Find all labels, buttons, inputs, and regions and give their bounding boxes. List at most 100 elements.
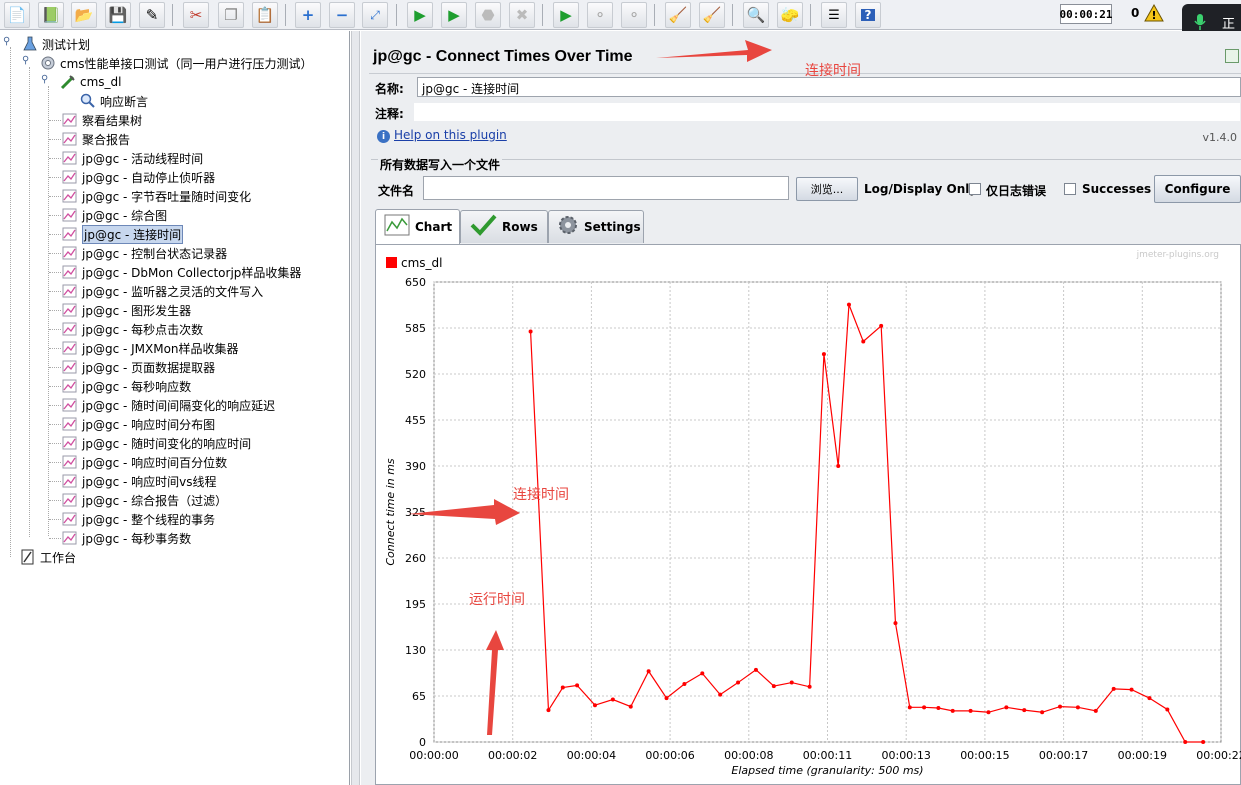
- remote-shutdown-icon[interactable]: ⚬: [621, 2, 647, 28]
- data-point: [1147, 696, 1152, 701]
- y-tick-label: 325: [405, 506, 426, 519]
- tree-node-workbench[interactable]: 工作台: [20, 548, 76, 566]
- remote-start-icon[interactable]: ▶: [553, 2, 579, 28]
- tab-chart[interactable]: Chart: [375, 209, 460, 244]
- x-tick-label: 00:00:04: [567, 749, 616, 762]
- tree-node-listener[interactable]: jp@gc - JMXMon样品收集器: [62, 339, 239, 357]
- legend-label: cms_dl: [401, 256, 443, 270]
- name-field[interactable]: jp@gc - 连接时间: [417, 77, 1241, 97]
- name-label: 名称:: [375, 82, 404, 96]
- copy-icon[interactable]: ❐: [218, 2, 244, 28]
- tree-node-listener[interactable]: jp@gc - 每秒点击次数: [62, 320, 203, 338]
- graph-icon: [62, 340, 78, 356]
- data-point: [592, 703, 597, 708]
- maximize-icon[interactable]: [1225, 49, 1239, 63]
- save-as-icon[interactable]: ✎: [139, 2, 165, 28]
- tree-node-listener[interactable]: jp@gc - DbMon Collectorjp样品收集器: [62, 263, 301, 281]
- tree-node-listener[interactable]: 聚合报告: [62, 130, 130, 148]
- filename-input[interactable]: [423, 176, 789, 200]
- start-no-pause-icon[interactable]: ▶: [441, 2, 467, 28]
- tree-node-sampler[interactable]: cms_dl: [60, 73, 122, 91]
- graph-icon: [62, 169, 78, 185]
- clear-icon[interactable]: 🧹: [665, 2, 691, 28]
- function-helper-icon[interactable]: ☰: [821, 2, 847, 28]
- y-tick-label: 130: [405, 644, 426, 657]
- tree-node-label: jp@gc - 响应时间百分位数: [82, 455, 228, 470]
- tree-node-listener[interactable]: 察看结果树: [62, 111, 142, 129]
- tree-node-listener[interactable]: jp@gc - 每秒响应数: [62, 377, 191, 395]
- tab-settings[interactable]: Settings: [548, 210, 644, 243]
- tree-node-label: 聚合报告: [82, 132, 131, 147]
- tree-node-listener[interactable]: jp@gc - 整个线程的事务: [62, 510, 215, 528]
- data-point: [736, 680, 741, 685]
- tree-node-label: jp@gc - 控制台状态记录器: [82, 246, 228, 261]
- start-icon[interactable]: ▶: [407, 2, 433, 28]
- page-title: jp@gc - Connect Times Over Time: [373, 48, 633, 65]
- legend-swatch: [386, 257, 397, 268]
- expand-all-icon[interactable]: +: [295, 2, 321, 28]
- tree-node-listener[interactable]: jp@gc - 监听器之灵活的文件写入: [62, 282, 263, 300]
- help-link[interactable]: Help on this plugin: [394, 128, 507, 142]
- tree-node-listener[interactable]: jp@gc - 综合报告（过滤）: [62, 491, 227, 509]
- browse-button[interactable]: 浏览...: [796, 177, 858, 201]
- tree-node-listener[interactable]: jp@gc - 随时间间隔变化的响应延迟: [62, 396, 275, 414]
- search-icon[interactable]: 🔍: [743, 2, 769, 28]
- paste-icon[interactable]: 📋: [252, 2, 278, 28]
- warning-icon[interactable]: !: [1144, 3, 1164, 25]
- remote-stop-icon[interactable]: ⚬: [587, 2, 613, 28]
- tree-node-listener[interactable]: jp@gc - 图形发生器: [62, 301, 191, 319]
- x-axis-label: Elapsed time (granularity: 500 ms): [731, 764, 923, 777]
- data-point: [936, 706, 941, 711]
- x-tick-label: 00:00:06: [645, 749, 694, 762]
- tree-node-listener[interactable]: jp@gc - 随时间变化的响应时间: [62, 434, 251, 452]
- thread-group-expander-icon[interactable]: ⚲: [22, 55, 29, 66]
- clear-all-icon[interactable]: 🧹: [699, 2, 725, 28]
- data-point: [646, 669, 651, 674]
- tree-node-label: jp@gc - JMXMon样品收集器: [82, 341, 239, 356]
- microphone-icon[interactable]: [1192, 13, 1208, 31]
- tree-node-listener[interactable]: jp@gc - 活动线程时间: [62, 149, 203, 167]
- shutdown-icon[interactable]: ✖: [509, 2, 535, 28]
- comment-field[interactable]: [413, 102, 1241, 122]
- help-icon[interactable]: ?: [855, 2, 881, 28]
- tree-node-listener[interactable]: jp@gc - 字节吞吐量随时间变化: [62, 187, 251, 205]
- y-tick-label: 260: [405, 552, 426, 565]
- chart-area: jmeter-plugins.org cms_dl 650 585 520 455 390 3…: [375, 244, 1241, 785]
- tree-node-listener[interactable]: jp@gc - 控制台状态记录器: [62, 244, 227, 262]
- stop-icon[interactable]: ⬣: [475, 2, 501, 28]
- reset-search-icon[interactable]: 🧽: [777, 2, 803, 28]
- toggle-icon[interactable]: ⤢: [362, 2, 388, 28]
- graph-icon: [62, 245, 78, 261]
- successes-checkbox[interactable]: [1064, 183, 1076, 195]
- tree-node-thread-group[interactable]: cms性能单接口测试（同一用户进行压力测试）: [40, 54, 313, 72]
- open-folder-icon[interactable]: 📂: [71, 2, 97, 28]
- tree-node-test-plan[interactable]: 测试计划: [22, 35, 90, 53]
- data-point: [846, 302, 851, 307]
- save-icon[interactable]: 💾: [105, 2, 131, 28]
- tree-node-listener[interactable]: jp@gc - 自动停止侦听器: [62, 168, 215, 186]
- tree-node-listener[interactable]: jp@gc - 响应时间vs线程: [62, 472, 216, 490]
- tab-rows[interactable]: Rows: [460, 210, 548, 243]
- tree-node-listener[interactable]: jp@gc - 综合图: [62, 206, 167, 224]
- tree-node-listener[interactable]: jp@gc - 每秒事务数: [62, 529, 191, 547]
- toolbar-separator: [396, 4, 397, 26]
- root-expander-icon[interactable]: ⚲: [3, 36, 10, 47]
- templates-icon[interactable]: 📗: [38, 2, 64, 28]
- data-point: [807, 684, 812, 689]
- configure-button[interactable]: Configure: [1154, 175, 1241, 203]
- tree-node-listener[interactable]: jp@gc - 响应时间分布图: [62, 415, 215, 433]
- tree-node-listener[interactable]: jp@gc - 连接时间: [62, 224, 184, 244]
- sampler-expander-icon[interactable]: ⚲: [41, 74, 48, 85]
- graph-icon: [62, 150, 78, 166]
- tree-node-label: jp@gc - 页面数据提取器: [82, 360, 216, 375]
- pane-splitter[interactable]: [351, 31, 360, 785]
- data-point: [968, 708, 973, 713]
- tree-node-listener[interactable]: jp@gc - 响应时间百分位数: [62, 453, 227, 471]
- collapse-all-icon[interactable]: −: [329, 2, 355, 28]
- tree-line: [49, 386, 61, 387]
- errors-only-checkbox[interactable]: [969, 183, 981, 195]
- cut-icon[interactable]: ✂: [183, 2, 209, 28]
- new-file-icon[interactable]: 📄: [4, 2, 30, 28]
- tree-node-assertion[interactable]: 响应断言: [80, 92, 148, 110]
- tree-node-listener[interactable]: jp@gc - 页面数据提取器: [62, 358, 215, 376]
